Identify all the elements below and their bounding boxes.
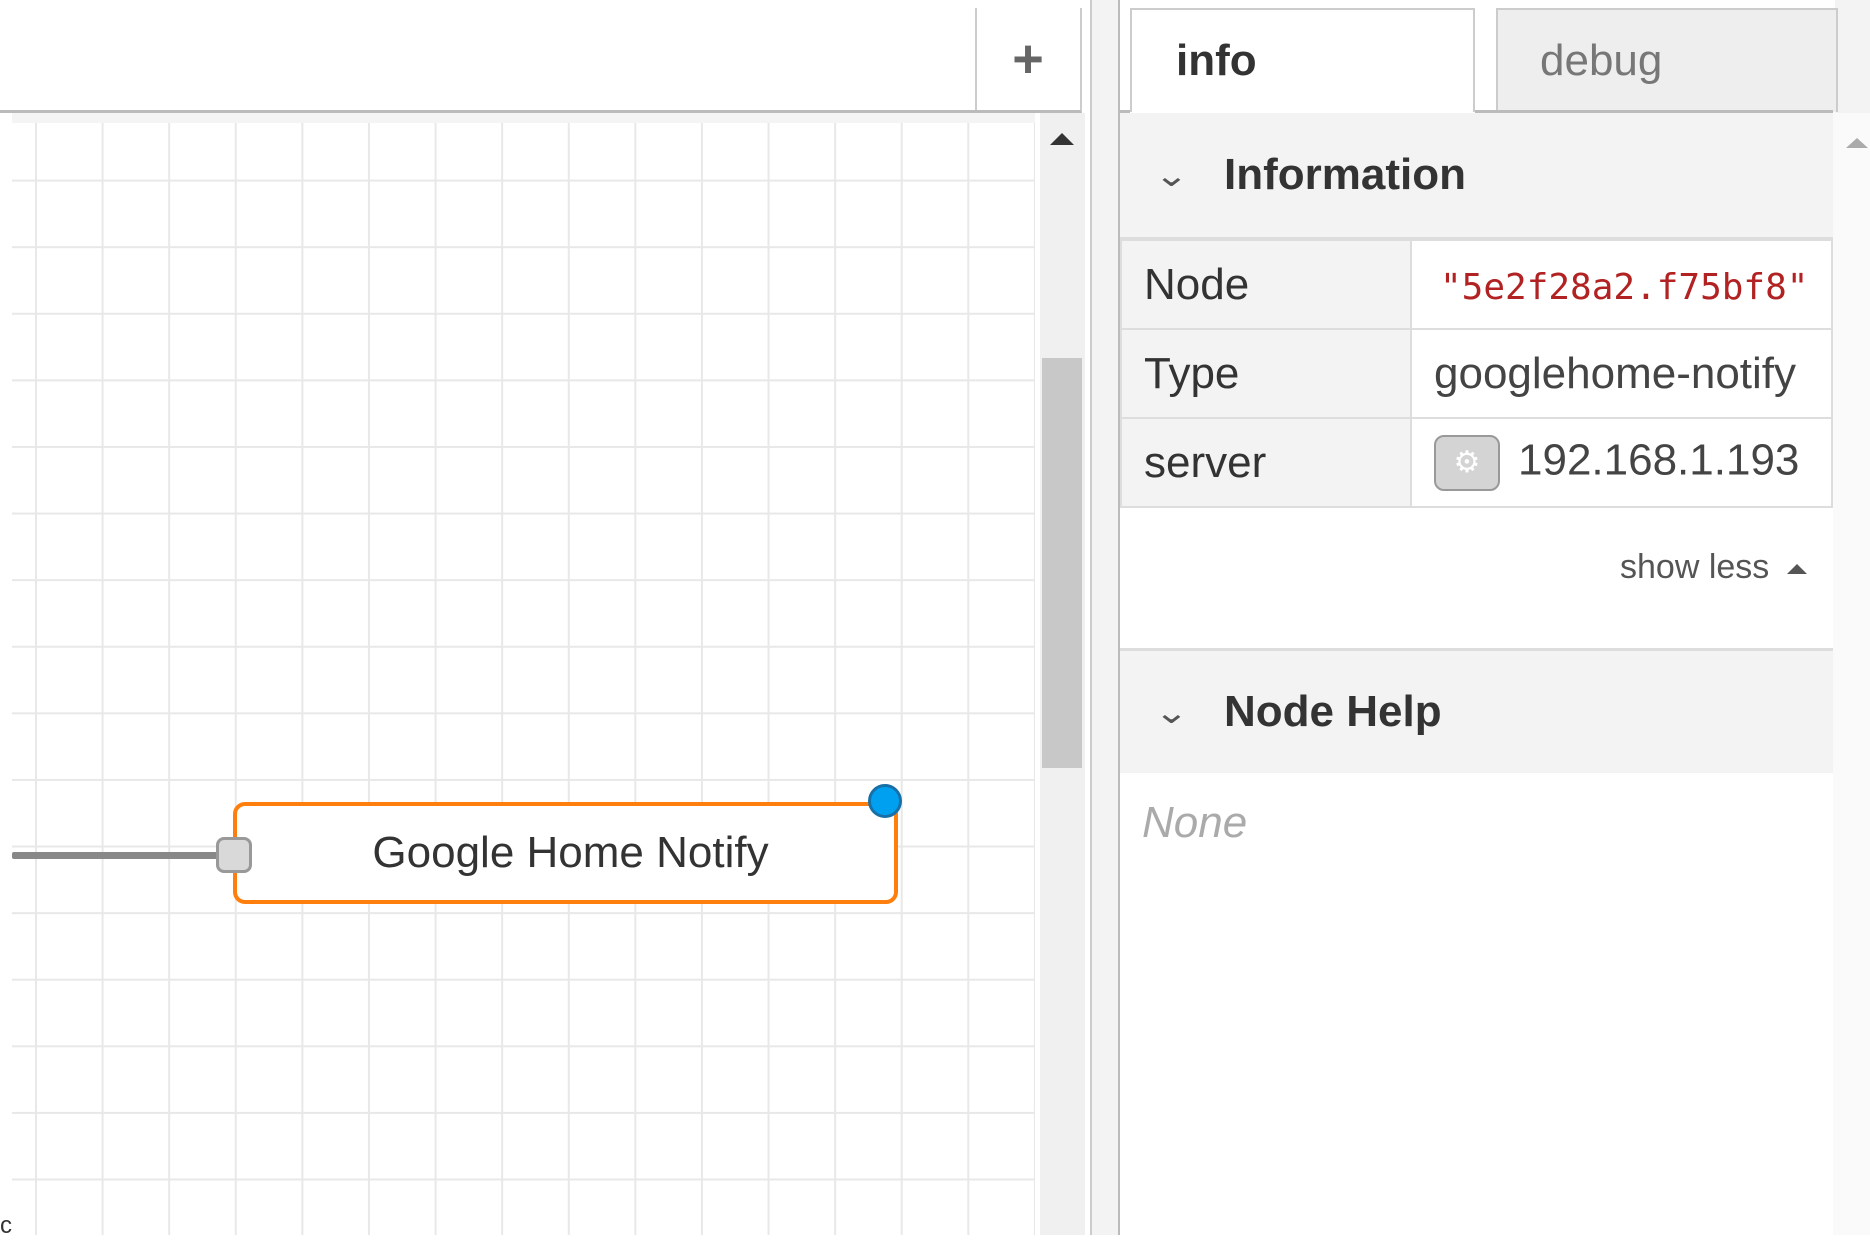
node-wire[interactable] bbox=[12, 852, 232, 859]
flow-canvas[interactable] bbox=[12, 113, 1035, 1235]
server-key: server bbox=[1120, 417, 1412, 508]
sidebar-gutter bbox=[1100, 0, 1120, 1235]
information-title: Information bbox=[1224, 150, 1466, 199]
table-row: server ⚙ 192.168.1.193 bbox=[1120, 417, 1833, 508]
table-row: Type googlehome-notify bbox=[1120, 328, 1833, 419]
node-help-section-header[interactable]: ⌄ Node Help bbox=[1120, 648, 1833, 773]
node-input-port[interactable] bbox=[216, 837, 252, 873]
plus-icon: + bbox=[1012, 29, 1044, 89]
add-flow-button[interactable]: + bbox=[975, 8, 1079, 110]
node-changed-indicator bbox=[868, 784, 902, 818]
chevron-down-icon: ⌄ bbox=[1154, 157, 1189, 193]
node-help-content: None bbox=[1142, 798, 1248, 847]
node-help-title: Node Help bbox=[1224, 687, 1442, 736]
scroll-up-arrow-icon[interactable] bbox=[1846, 138, 1868, 148]
server-value: ⚙ 192.168.1.193 bbox=[1410, 417, 1833, 508]
type-key: Type bbox=[1120, 328, 1412, 419]
workspace-tab-bar bbox=[0, 8, 1082, 113]
type-value: googlehome-notify bbox=[1410, 328, 1833, 419]
node-value: "5e2f28a2.f75bf8" bbox=[1410, 239, 1833, 330]
show-less-label: show less bbox=[1620, 548, 1770, 586]
triangle-up-icon bbox=[1787, 564, 1808, 575]
tab-debug[interactable]: debug bbox=[1496, 8, 1838, 112]
node-info-table: Node "5e2f28a2.f75bf8" Type googlehome-n… bbox=[1120, 239, 1833, 508]
node-id-value: "5e2f28a2.f75bf8" bbox=[1440, 266, 1809, 308]
stray-text: c bbox=[0, 1212, 12, 1239]
node-key: Node bbox=[1120, 239, 1412, 330]
scroll-up-arrow-icon[interactable] bbox=[1050, 133, 1074, 145]
gear-icon[interactable]: ⚙ bbox=[1434, 434, 1500, 491]
google-home-notify-node[interactable]: Google Home Notify bbox=[233, 802, 898, 904]
canvas-top-edge bbox=[12, 113, 1035, 123]
tab-info-label: info bbox=[1176, 36, 1257, 85]
tab-debug-label: debug bbox=[1540, 36, 1663, 85]
server-address: 192.168.1.193 bbox=[1518, 435, 1800, 485]
sidebar-scrollbar[interactable] bbox=[1833, 113, 1870, 1235]
information-section-header[interactable]: ⌄ Information bbox=[1120, 113, 1833, 239]
node-label: Google Home Notify bbox=[372, 828, 769, 877]
table-row: Node "5e2f28a2.f75bf8" bbox=[1120, 239, 1833, 330]
show-less-toggle[interactable]: show less bbox=[1620, 548, 1808, 587]
chevron-down-icon: ⌄ bbox=[1154, 694, 1189, 730]
tab-info[interactable]: info bbox=[1130, 8, 1475, 112]
canvas-scrollbar-thumb[interactable] bbox=[1042, 358, 1082, 768]
